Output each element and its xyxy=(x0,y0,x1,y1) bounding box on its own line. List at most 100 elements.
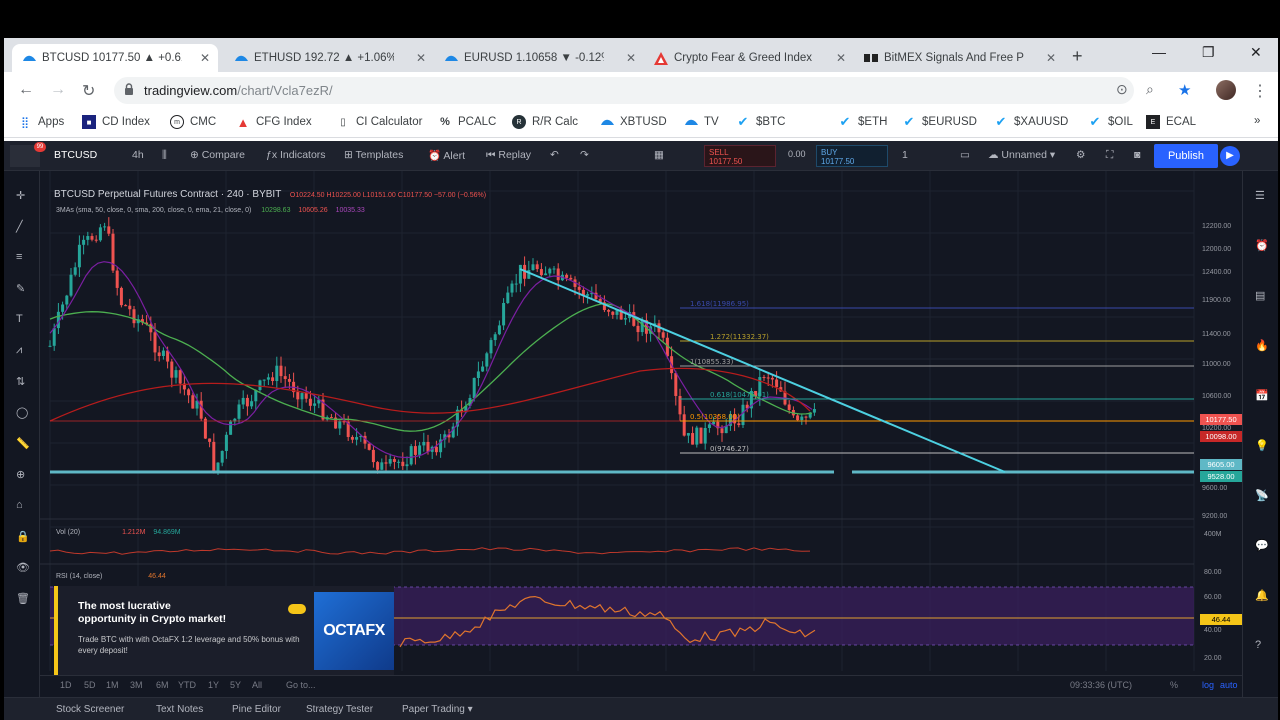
sell-button[interactable]: SELL 10177.50 xyxy=(704,145,776,167)
interval-selector[interactable]: 4h xyxy=(132,149,144,161)
reload-icon[interactable]: ↻ xyxy=(82,81,95,101)
zoom-icon[interactable]: ⊕ xyxy=(16,468,25,481)
symbol-search[interactable]: BTCUSD xyxy=(54,149,97,161)
window-close-icon[interactable]: ✕ xyxy=(1250,44,1262,61)
camera-icon[interactable]: ◙ xyxy=(1134,149,1140,161)
tab-paper-trading[interactable]: Paper Trading ▾ xyxy=(402,704,473,715)
alerts-icon[interactable]: ⏰ xyxy=(1255,239,1269,252)
range-button-5d[interactable]: 5D xyxy=(84,680,96,690)
bookmark-ci-calculator[interactable]: ▯ CI Calculator xyxy=(336,115,422,129)
bookmark-cd-index[interactable]: ■ CD Index xyxy=(82,115,150,129)
eye-icon[interactable]: 👁 xyxy=(16,561,30,574)
shapes-icon[interactable]: ◯ xyxy=(16,406,28,419)
quantity-input[interactable]: 1 xyxy=(902,149,908,161)
live-stream-icon[interactable]: ▶ xyxy=(1220,146,1240,166)
crosshair-icon[interactable]: ✛ xyxy=(16,189,25,202)
bookmark-eth[interactable]: ✔ $ETH xyxy=(838,114,888,129)
chat-icon[interactable]: 💬 xyxy=(1255,539,1269,552)
bar-style-icon[interactable]: ⫼ xyxy=(162,149,167,162)
forward-icon[interactable]: → xyxy=(50,81,66,99)
watchlist-icon[interactable]: ☰ xyxy=(1255,189,1265,202)
goto-date-button[interactable]: Go to... xyxy=(286,680,316,690)
bookmark-cmc[interactable]: m CMC xyxy=(170,115,216,129)
bookmark-xauusd[interactable]: ✔ $XAUUSD xyxy=(994,114,1069,129)
bookmark-btc[interactable]: ✔ $BTC xyxy=(736,114,786,129)
prediction-icon[interactable]: ⇅ xyxy=(16,375,25,388)
bookmark-ecal[interactable]: E ECAL xyxy=(1146,115,1196,129)
bookmark-cfg-index[interactable]: ▲ CFG Index xyxy=(236,115,312,130)
tab-strategy-tester[interactable]: Strategy Tester xyxy=(306,704,373,715)
indicators-button[interactable]: ƒx Indicators xyxy=(266,149,326,161)
help-icon[interactable]: ? xyxy=(1255,639,1261,651)
tab-stock-screener[interactable]: Stock Screener xyxy=(56,704,124,715)
bookmark-tv[interactable]: TV xyxy=(684,115,719,129)
text-icon[interactable]: T xyxy=(16,313,23,325)
range-button-1m[interactable]: 1M xyxy=(106,680,119,690)
octafx-ad[interactable]: The most lucrative opportunity in Crypto… xyxy=(54,586,394,676)
profile-avatar[interactable] xyxy=(1216,80,1236,100)
replay-button[interactable]: ⏮ Replay xyxy=(486,149,531,162)
tab-btcusd[interactable]: BTCUSD 10177.50 ▲ +0.61 ✕ xyxy=(12,44,218,72)
bookmark-eurusd[interactable]: ✔ $EURUSD xyxy=(902,114,977,129)
layout-name[interactable]: ☁ Unnamed ▾ xyxy=(988,149,1055,161)
close-icon[interactable]: ✕ xyxy=(416,51,426,65)
tab-eurusd[interactable]: EURUSD 1.10658 ▼ -0.12% ✕ xyxy=(434,44,644,72)
trash-icon[interactable]: 🗑 xyxy=(16,592,30,605)
fib-tool-icon[interactable]: ≡ xyxy=(16,251,22,263)
new-tab-icon[interactable]: + xyxy=(1072,46,1083,67)
templates-button[interactable]: ⊞ Templates xyxy=(344,149,403,161)
range-button-6m[interactable]: 6M xyxy=(156,680,169,690)
zoom-search-icon[interactable]: ⌕ xyxy=(1146,81,1154,98)
tab-pine-editor[interactable]: Pine Editor xyxy=(232,704,281,715)
log-scale-toggle[interactable]: log xyxy=(1202,680,1214,690)
trading-panel-icon[interactable]: ▦ xyxy=(654,149,664,161)
maximize-icon[interactable]: ❐ xyxy=(1202,44,1215,61)
range-button-ytd[interactable]: YTD xyxy=(178,680,196,690)
tab-text-notes[interactable]: Text Notes xyxy=(156,704,203,715)
bookmark-xbtusd[interactable]: XBTUSD xyxy=(600,115,667,129)
percent-scale-toggle[interactable]: % xyxy=(1170,680,1178,690)
bookmark-rr-calc[interactable]: R R/R Calc xyxy=(512,115,578,129)
chrome-menu-icon[interactable]: ⋮ xyxy=(1252,81,1268,101)
layout-icon[interactable]: ▭ xyxy=(960,149,970,161)
trend-line-icon[interactable]: ╱ xyxy=(16,220,23,233)
tab-fear-greed[interactable]: Crypto Fear & Greed Index ✕ xyxy=(644,44,854,72)
settings-gear-icon[interactable]: ⚙ xyxy=(1076,149,1085,161)
auto-scale-toggle[interactable]: auto xyxy=(1220,680,1238,690)
range-button-1d[interactable]: 1D xyxy=(60,680,72,690)
range-button-5y[interactable]: 5Y xyxy=(230,680,241,690)
bookmark-apps[interactable]: ⣿ Apps xyxy=(18,115,64,129)
range-button-all[interactable]: All xyxy=(252,680,262,690)
range-button-3m[interactable]: 3M xyxy=(130,680,143,690)
buy-button[interactable]: BUY 10177.50 xyxy=(816,145,888,167)
publish-button[interactable]: Publish xyxy=(1154,144,1218,168)
alert-button[interactable]: ⏰ Alert xyxy=(428,149,465,162)
brush-icon[interactable]: ✎ xyxy=(16,282,25,295)
hotlists-icon[interactable]: 🔥 xyxy=(1255,339,1269,352)
address-bar[interactable]: tradingview.com/chart/Vcla7ezR/ xyxy=(114,77,1134,104)
lock-drawings-icon[interactable]: 🔒 xyxy=(16,530,30,543)
ruler-icon[interactable]: 📏 xyxy=(16,437,30,450)
range-button-1y[interactable]: 1Y xyxy=(208,680,219,690)
bookmarks-overflow-icon[interactable]: » xyxy=(1254,115,1260,127)
streams-icon[interactable]: 📡 xyxy=(1255,489,1269,502)
fullscreen-icon[interactable]: ⛶ xyxy=(1106,149,1113,162)
bookmark-star-icon[interactable]: ★ xyxy=(1178,81,1191,99)
utc-clock[interactable]: 09:33:36 (UTC) xyxy=(1070,680,1132,690)
compare-button[interactable]: ⊕ Compare xyxy=(190,149,245,161)
close-icon[interactable]: ✕ xyxy=(836,51,846,65)
notifications-icon[interactable]: 🔔 xyxy=(1255,589,1269,602)
ideas-icon[interactable]: 💡 xyxy=(1255,439,1269,452)
undo-icon[interactable]: ↶ xyxy=(550,149,559,161)
magnet-icon[interactable]: ⌂ xyxy=(16,499,23,511)
close-icon[interactable]: ✕ xyxy=(1046,51,1056,65)
data-window-icon[interactable]: ▤ xyxy=(1255,289,1265,302)
bookmark-pcalc[interactable]: % PCALC xyxy=(438,115,496,129)
calendar-icon[interactable]: 📅 xyxy=(1255,389,1269,402)
redo-icon[interactable]: ↷ xyxy=(580,149,589,161)
tab-ethusd[interactable]: ETHUSD 192.72 ▲ +1.06% ✕ xyxy=(224,44,434,72)
back-icon[interactable]: ← xyxy=(18,81,34,99)
minimize-icon[interactable]: — xyxy=(1152,44,1166,60)
close-icon[interactable]: ✕ xyxy=(626,51,636,65)
close-icon[interactable]: ✕ xyxy=(200,51,210,65)
